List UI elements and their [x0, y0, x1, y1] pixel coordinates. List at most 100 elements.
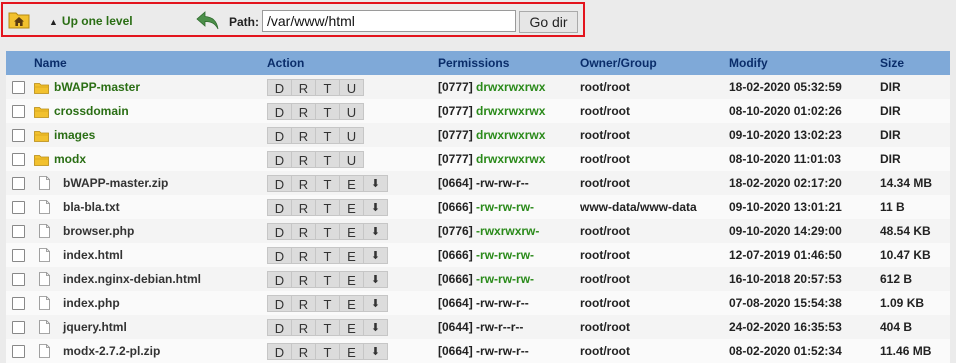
action-rename-button[interactable]: R: [291, 174, 316, 192]
action-touch-button[interactable]: T: [315, 126, 340, 144]
action-rename-button[interactable]: R: [291, 222, 316, 240]
folder-link[interactable]: crossdomain: [54, 104, 129, 118]
action-touch-button[interactable]: T: [315, 246, 340, 264]
action-edit-button[interactable]: E: [339, 222, 364, 240]
row-checkbox[interactable]: [12, 273, 25, 287]
action-rename-button[interactable]: R: [291, 78, 316, 96]
action-edit-button[interactable]: E: [339, 294, 364, 312]
action-download-button[interactable]: ⬇: [363, 318, 388, 336]
action-edit-button[interactable]: E: [339, 246, 364, 264]
action-download-button[interactable]: ⬇: [363, 294, 388, 312]
action-rename-button[interactable]: R: [291, 102, 316, 120]
file-icon: [39, 296, 50, 311]
action-touch-button[interactable]: T: [315, 198, 340, 216]
go-dir-button[interactable]: Go dir: [519, 11, 578, 33]
permission-string[interactable]: drwxrwxrwx: [476, 104, 545, 118]
file-link[interactable]: bWAPP-master.zip: [63, 176, 168, 190]
permission-string[interactable]: -rw-rw-rw-: [476, 272, 534, 286]
file-link[interactable]: bla-bla.txt: [63, 200, 120, 214]
action-touch-button[interactable]: T: [315, 270, 340, 288]
action-download-button[interactable]: ⬇: [363, 342, 388, 360]
action-delete-button[interactable]: D: [267, 198, 292, 216]
action-delete-button[interactable]: D: [267, 102, 292, 120]
row-checkbox[interactable]: [12, 345, 25, 359]
action-edit-button[interactable]: E: [339, 174, 364, 192]
action-upload-button[interactable]: U: [339, 78, 364, 96]
action-download-button[interactable]: ⬇: [363, 270, 388, 288]
file-link[interactable]: jquery.html: [63, 320, 127, 334]
row-checkbox[interactable]: [12, 225, 25, 239]
action-upload-button[interactable]: U: [339, 102, 364, 120]
back-arrow-icon[interactable]: [196, 10, 220, 32]
folder-link[interactable]: images: [54, 128, 95, 142]
row-checkbox[interactable]: [12, 177, 25, 191]
permission-code: [0644]: [438, 320, 473, 334]
action-delete-button[interactable]: D: [267, 246, 292, 264]
row-checkbox[interactable]: [12, 81, 25, 95]
action-delete-button[interactable]: D: [267, 270, 292, 288]
home-icon[interactable]: [8, 9, 30, 29]
header-modify[interactable]: Modify: [729, 51, 880, 75]
up-one-level-link[interactable]: ▲ Up one level: [49, 14, 133, 28]
action-download-button[interactable]: ⬇: [363, 174, 388, 192]
action-delete-button[interactable]: D: [267, 342, 292, 360]
permission-string[interactable]: -rwxrwxrw-: [476, 224, 539, 238]
action-delete-button[interactable]: D: [267, 126, 292, 144]
permission-string[interactable]: drwxrwxrwx: [476, 80, 545, 94]
row-checkbox[interactable]: [12, 153, 25, 167]
action-rename-button[interactable]: R: [291, 270, 316, 288]
action-download-button[interactable]: ⬇: [363, 198, 388, 216]
permission-string[interactable]: -rw-rw-rw-: [476, 200, 534, 214]
action-delete-button[interactable]: D: [267, 318, 292, 336]
path-input[interactable]: [262, 10, 516, 32]
action-touch-button[interactable]: T: [315, 78, 340, 96]
action-rename-button[interactable]: R: [291, 198, 316, 216]
action-rename-button[interactable]: R: [291, 318, 316, 336]
row-checkbox[interactable]: [12, 201, 25, 215]
action-delete-button[interactable]: D: [267, 150, 292, 168]
action-rename-button[interactable]: R: [291, 126, 316, 144]
action-upload-button[interactable]: U: [339, 126, 364, 144]
action-edit-button[interactable]: E: [339, 342, 364, 360]
row-checkbox[interactable]: [12, 321, 25, 335]
file-link[interactable]: index.nginx-debian.html: [63, 272, 201, 286]
action-download-button[interactable]: ⬇: [363, 222, 388, 240]
action-download-button[interactable]: ⬇: [363, 246, 388, 264]
action-touch-button[interactable]: T: [315, 294, 340, 312]
action-rename-button[interactable]: R: [291, 342, 316, 360]
row-checkbox[interactable]: [12, 105, 25, 119]
row-checkbox[interactable]: [12, 297, 25, 311]
action-rename-button[interactable]: R: [291, 150, 316, 168]
row-checkbox[interactable]: [12, 249, 25, 263]
action-rename-button[interactable]: R: [291, 246, 316, 264]
action-edit-button[interactable]: E: [339, 318, 364, 336]
action-upload-button[interactable]: U: [339, 150, 364, 168]
action-touch-button[interactable]: T: [315, 102, 340, 120]
header-size[interactable]: Size: [880, 51, 950, 75]
action-touch-button[interactable]: T: [315, 318, 340, 336]
action-rename-button[interactable]: R: [291, 294, 316, 312]
action-delete-button[interactable]: D: [267, 78, 292, 96]
header-owner[interactable]: Owner/Group: [580, 51, 729, 75]
action-touch-button[interactable]: T: [315, 150, 340, 168]
folder-link[interactable]: modx: [54, 152, 86, 166]
action-edit-button[interactable]: E: [339, 270, 364, 288]
permission-string[interactable]: drwxrwxrwx: [476, 152, 545, 166]
action-touch-button[interactable]: T: [315, 222, 340, 240]
action-delete-button[interactable]: D: [267, 222, 292, 240]
header-name[interactable]: Name: [34, 51, 267, 75]
header-permissions[interactable]: Permissions: [438, 51, 580, 75]
folder-link[interactable]: bWAPP-master: [54, 80, 140, 94]
file-link[interactable]: index.html: [63, 248, 123, 262]
action-delete-button[interactable]: D: [267, 174, 292, 192]
file-link[interactable]: browser.php: [63, 224, 134, 238]
action-edit-button[interactable]: E: [339, 198, 364, 216]
action-touch-button[interactable]: T: [315, 342, 340, 360]
action-touch-button[interactable]: T: [315, 174, 340, 192]
file-link[interactable]: index.php: [63, 296, 120, 310]
permission-string[interactable]: -rw-rw-rw-: [476, 248, 534, 262]
row-checkbox[interactable]: [12, 129, 25, 143]
file-link[interactable]: modx-2.7.2-pl.zip: [63, 344, 160, 358]
permission-string[interactable]: drwxrwxrwx: [476, 128, 545, 142]
action-delete-button[interactable]: D: [267, 294, 292, 312]
